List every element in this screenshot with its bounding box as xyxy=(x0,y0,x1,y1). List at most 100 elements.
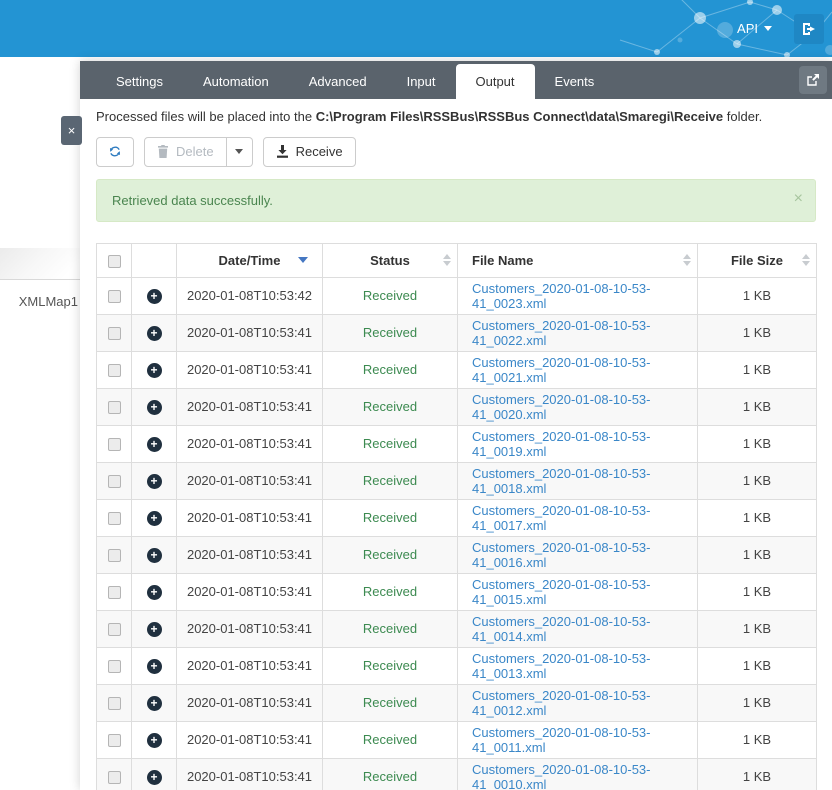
row-checkbox[interactable] xyxy=(107,771,121,785)
file-link[interactable]: Customers_2020-01-08-10-53-41_0023.xml xyxy=(472,281,650,311)
row-datetime: 2020-01-08T10:53:41 xyxy=(176,757,323,790)
row-checkbox[interactable] xyxy=(107,586,121,600)
chevron-down-icon xyxy=(764,26,772,31)
status-badge: Received xyxy=(362,769,418,785)
row-checkbox[interactable] xyxy=(107,623,121,637)
tab-advanced[interactable]: Advanced xyxy=(289,64,387,99)
row-checkbox[interactable] xyxy=(107,697,121,711)
row-filename: Customers_2020-01-08-10-53-41_0021.xml xyxy=(457,350,698,389)
file-link[interactable]: Customers_2020-01-08-10-53-41_0020.xml xyxy=(472,392,650,422)
file-link[interactable]: Customers_2020-01-08-10-53-41_0011.xml xyxy=(472,725,650,755)
row-filename: Customers_2020-01-08-10-53-41_0016.xml xyxy=(457,535,698,574)
delete-dropdown-toggle[interactable] xyxy=(226,136,253,167)
expand-row-icon[interactable] xyxy=(146,658,162,674)
delete-button[interactable]: Delete xyxy=(144,136,227,167)
tab-input[interactable]: Input xyxy=(387,64,456,99)
file-link[interactable]: Customers_2020-01-08-10-53-41_0010.xml xyxy=(472,762,650,790)
file-link[interactable]: Customers_2020-01-08-10-53-41_0017.xml xyxy=(472,503,650,533)
row-filename: Customers_2020-01-08-10-53-41_0011.xml xyxy=(457,720,698,759)
column-header-datetime[interactable]: Date/Time xyxy=(176,242,323,278)
row-checkbox[interactable] xyxy=(107,401,121,415)
row-checkbox[interactable] xyxy=(107,512,121,526)
row-status: Received xyxy=(322,683,458,722)
table-header-row: Date/Time Status File Name File Size xyxy=(96,242,817,278)
flow-node-label: XMLMap1 xyxy=(18,294,78,309)
expand-row-icon[interactable] xyxy=(146,584,162,600)
table-row: 2020-01-08T10:53:41 Received Customers_2… xyxy=(96,387,817,426)
download-icon xyxy=(276,145,288,159)
row-checkbox[interactable] xyxy=(107,364,121,378)
row-filesize: 1 KB xyxy=(697,350,817,389)
receive-button[interactable]: Receive xyxy=(262,136,356,167)
row-select-cell xyxy=(96,720,132,759)
row-expand-cell xyxy=(131,387,177,426)
api-dropdown[interactable]: API xyxy=(737,21,772,36)
status-badge: Received xyxy=(362,362,418,378)
expand-row-icon[interactable] xyxy=(146,325,162,341)
row-expand-cell xyxy=(131,572,177,611)
column-header-status-label: Status xyxy=(370,252,410,268)
file-link[interactable]: Customers_2020-01-08-10-53-41_0014.xml xyxy=(472,614,650,644)
row-checkbox[interactable] xyxy=(107,327,121,341)
column-header-status[interactable]: Status xyxy=(322,242,458,278)
file-link[interactable]: Customers_2020-01-08-10-53-41_0018.xml xyxy=(472,466,650,496)
expand-row-icon[interactable] xyxy=(146,399,162,415)
column-header-filename-label: File Name xyxy=(472,252,534,268)
alert-dismiss-button[interactable]: × xyxy=(794,190,803,208)
tab-events[interactable]: Events xyxy=(535,64,615,99)
file-link[interactable]: Customers_2020-01-08-10-53-41_0015.xml xyxy=(472,577,650,607)
file-link[interactable]: Customers_2020-01-08-10-53-41_0021.xml xyxy=(472,355,650,385)
row-checkbox[interactable] xyxy=(107,734,121,748)
row-status: Received xyxy=(322,646,458,685)
table-row: 2020-01-08T10:53:41 Received Customers_2… xyxy=(96,535,817,574)
panel-close-button[interactable]: × xyxy=(61,116,82,145)
table-row: 2020-01-08T10:53:42 Received Customers_2… xyxy=(96,276,817,315)
row-datetime: 2020-01-08T10:53:42 xyxy=(176,276,323,315)
column-header-filename[interactable]: File Name xyxy=(457,242,698,278)
column-header-datetime-label: Date/Time xyxy=(218,252,281,268)
api-dropdown-label: API xyxy=(737,21,758,36)
row-select-cell xyxy=(96,757,132,790)
row-checkbox[interactable] xyxy=(107,438,121,452)
row-checkbox[interactable] xyxy=(107,660,121,674)
tab-output[interactable]: Output xyxy=(455,64,535,99)
expand-row-icon[interactable] xyxy=(146,436,162,452)
delete-button-label: Delete xyxy=(176,144,214,160)
row-checkbox[interactable] xyxy=(107,475,121,489)
row-filesize: 1 KB xyxy=(697,313,817,352)
table-row: 2020-01-08T10:53:41 Received Customers_2… xyxy=(96,498,817,537)
file-link[interactable]: Customers_2020-01-08-10-53-41_0019.xml xyxy=(472,429,650,459)
file-link[interactable]: Customers_2020-01-08-10-53-41_0012.xml xyxy=(472,688,650,718)
open-in-new-window-button[interactable] xyxy=(799,66,827,94)
file-link[interactable]: Customers_2020-01-08-10-53-41_0022.xml xyxy=(472,318,650,348)
expand-row-icon[interactable] xyxy=(146,288,162,304)
expand-row-icon[interactable] xyxy=(146,547,162,563)
file-link[interactable]: Customers_2020-01-08-10-53-41_0013.xml xyxy=(472,651,650,681)
expand-row-icon[interactable] xyxy=(146,732,162,748)
logout-button[interactable] xyxy=(794,13,824,44)
row-checkbox[interactable] xyxy=(107,549,121,563)
file-link[interactable]: Customers_2020-01-08-10-53-41_0016.xml xyxy=(472,540,650,570)
row-checkbox[interactable] xyxy=(107,290,121,304)
row-datetime: 2020-01-08T10:53:41 xyxy=(176,424,323,463)
success-alert: Retrieved data successfully. × xyxy=(96,178,816,222)
status-badge: Received xyxy=(362,658,418,674)
refresh-button[interactable] xyxy=(96,136,134,167)
select-all-checkbox[interactable] xyxy=(107,254,121,268)
expand-row-icon[interactable] xyxy=(146,621,162,637)
table-row: 2020-01-08T10:53:41 Received Customers_2… xyxy=(96,350,817,389)
expand-row-icon[interactable] xyxy=(146,473,162,489)
row-filesize: 1 KB xyxy=(697,498,817,537)
expand-row-icon[interactable] xyxy=(146,695,162,711)
row-filename: Customers_2020-01-08-10-53-41_0010.xml xyxy=(457,757,698,790)
sort-toggle-icon xyxy=(443,254,451,267)
expand-row-icon[interactable] xyxy=(146,362,162,378)
tab-automation[interactable]: Automation xyxy=(183,64,289,99)
expand-row-icon[interactable] xyxy=(146,769,162,785)
row-datetime: 2020-01-08T10:53:41 xyxy=(176,461,323,500)
expand-row-icon[interactable] xyxy=(146,510,162,526)
row-status: Received xyxy=(322,387,458,426)
expand-column-header xyxy=(131,242,177,278)
tab-settings[interactable]: Settings xyxy=(96,64,183,99)
column-header-filesize[interactable]: File Size xyxy=(697,242,817,278)
